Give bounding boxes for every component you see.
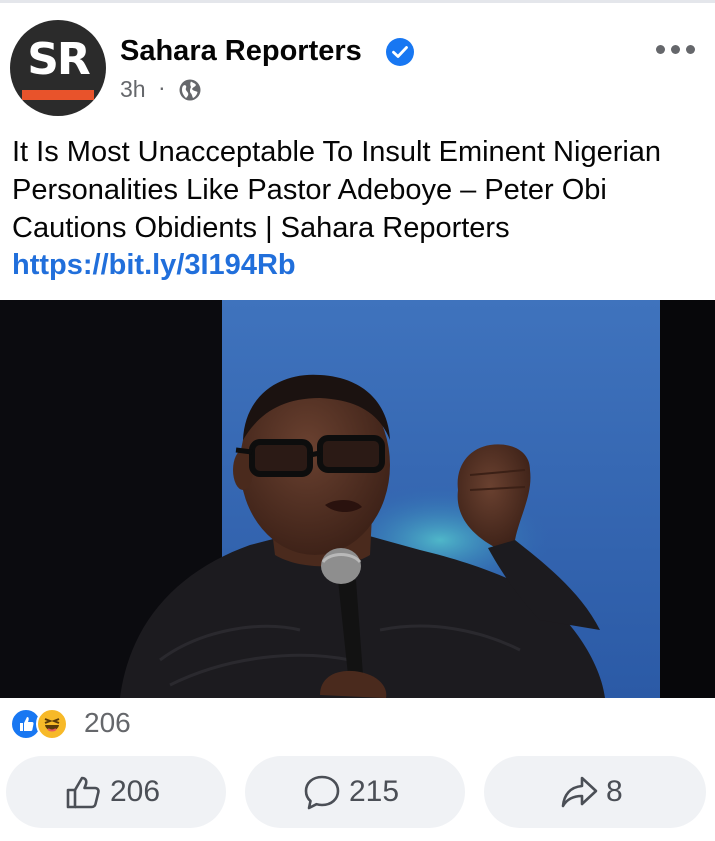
globe-icon [179, 79, 201, 101]
post-time[interactable]: 3h [120, 76, 146, 103]
post-text: It Is Most Unacceptable To Insult Eminen… [12, 136, 662, 244]
post-header: SR Sahara Reporters 3h · [0, 0, 715, 120]
comment-count: 215 [349, 775, 400, 808]
page-avatar[interactable]: SR [10, 20, 106, 116]
thumbs-up-icon [66, 776, 100, 809]
like-button[interactable]: 206 [6, 756, 226, 828]
haha-reaction-icon [36, 708, 68, 740]
page-name[interactable]: Sahara Reporters [120, 35, 362, 68]
post-photo[interactable] [0, 300, 715, 698]
avatar-logo-text: SR [27, 34, 91, 85]
share-count: 8 [606, 775, 623, 808]
comment-icon [304, 775, 340, 810]
verified-badge-icon [386, 38, 414, 66]
more-options-icon[interactable] [656, 36, 696, 60]
post-link[interactable]: https://bit.ly/3I194Rb [12, 249, 296, 282]
meta-separator: · [158, 74, 166, 100]
reaction-count: 206 [84, 707, 131, 738]
reaction-summary[interactable]: 206 [10, 706, 210, 742]
share-icon [561, 776, 598, 808]
avatar-logo-bar [22, 90, 94, 100]
like-count: 206 [110, 775, 161, 808]
comment-button[interactable]: 215 [245, 756, 465, 828]
share-button[interactable]: 8 [484, 756, 706, 828]
photo-illustration [0, 300, 715, 698]
